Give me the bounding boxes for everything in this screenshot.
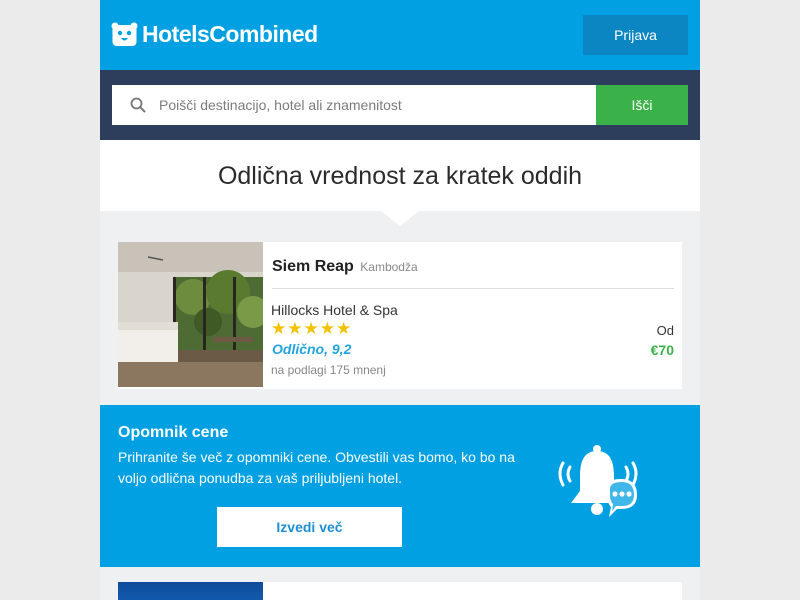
destination-country: Kambodža: [360, 260, 418, 274]
deal-card[interactable]: Siem Reap Kambodža Hillocks Hotel & Spa …: [118, 242, 682, 389]
review-count: na podlagi 175 mnenj: [271, 363, 386, 377]
price-alert-section: Opomnik cene Prihranite še več z opomnik…: [100, 405, 700, 567]
search-input[interactable]: [159, 97, 579, 113]
search-button[interactable]: Išči: [596, 85, 688, 125]
price-alert-title: Opomnik cene: [118, 424, 229, 441]
price-alert-text: Prihranite še več z opomniki cene. Obves…: [118, 449, 515, 486]
hotel-name[interactable]: Hillocks Hotel & Spa: [271, 302, 398, 318]
hotel-photo[interactable]: [118, 582, 263, 600]
divider: [272, 288, 674, 289]
star-icon: ★: [287, 319, 303, 338]
bell-chat-icon: [558, 445, 638, 517]
login-button[interactable]: Prijava: [583, 15, 688, 55]
email-page: HotelsCombined Prijava Išči Odlična vred…: [100, 0, 700, 600]
star-icon: ★: [303, 319, 319, 338]
star-icon: ★: [336, 319, 352, 338]
bear-logo-icon: [111, 22, 138, 46]
star-rating: ★ ★ ★ ★ ★: [271, 320, 352, 337]
logo-text: HotelsCombined: [142, 21, 318, 47]
learn-more-button[interactable]: Izvedi več: [217, 507, 402, 547]
destination[interactable]: Siem Reap Kambodža: [272, 258, 418, 276]
star-icon: ★: [319, 319, 335, 338]
guest-rating: Odlično, 9,2: [272, 341, 352, 357]
headline-title: Odlična vrednost za kratek oddih: [217, 162, 583, 190]
search-box[interactable]: [112, 85, 596, 125]
price[interactable]: €70: [651, 342, 674, 358]
pointer-arrow: [381, 211, 419, 226]
headline-section: Odlična vrednost za kratek oddih: [100, 140, 700, 211]
logo[interactable]: HotelsCombined: [111, 21, 318, 48]
search-bar: Išči: [100, 70, 700, 140]
deal-card[interactable]: [118, 582, 682, 600]
destination-name[interactable]: Siem Reap: [272, 258, 354, 275]
star-icon: ★: [271, 319, 287, 338]
search-icon: [130, 97, 146, 113]
price-prefix: Od: [656, 323, 674, 338]
hotel-photo[interactable]: [118, 242, 263, 387]
header: HotelsCombined Prijava: [100, 0, 700, 70]
hotel-room-image: [118, 242, 263, 387]
